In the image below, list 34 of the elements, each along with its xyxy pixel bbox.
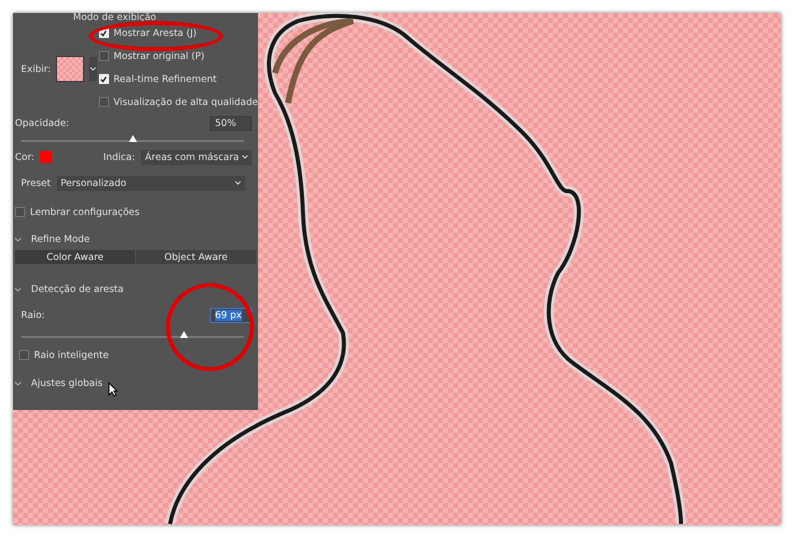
caret-icon[interactable] — [242, 155, 248, 159]
preset-label: Preset — [21, 178, 51, 188]
indicates-dropdown[interactable]: Áreas com máscara — [141, 150, 252, 164]
tab[interactable]: Object Aware — [136, 250, 256, 264]
checkbox[interactable]: Raio inteligente — [19, 348, 109, 362]
checkbox[interactable]: Visualização de alta qualidade — [98, 95, 258, 109]
radius-field[interactable]: 69 px — [210, 308, 252, 322]
slider-thumb[interactable] — [128, 135, 136, 142]
color-swatch[interactable] — [40, 151, 52, 163]
caret-icon[interactable] — [234, 181, 241, 185]
color-label: Cor: — [15, 152, 34, 162]
checkbox[interactable]: Mostrar original (P) — [98, 49, 205, 63]
radius-label: Raio: — [21, 310, 45, 320]
preview-swatch[interactable] — [56, 56, 84, 82]
indicates-label: Indica: — [103, 152, 136, 162]
section-title: Ajustes globais — [31, 378, 103, 388]
caret-icon[interactable] — [90, 67, 96, 71]
display-label: Exibir: — [21, 64, 51, 74]
checkbox[interactable]: Mostrar Aresta (J) — [98, 26, 197, 40]
checkbox[interactable]: Lembrar configurações — [15, 205, 140, 219]
chevron-icon[interactable] — [15, 286, 21, 292]
cursor-icon — [108, 382, 118, 397]
checkbox[interactable]: Real-time Refinement — [98, 72, 217, 86]
tab[interactable]: Color Aware — [15, 250, 135, 264]
slider-thumb[interactable] — [180, 331, 188, 338]
chevron-icon[interactable] — [15, 380, 21, 386]
preset-dropdown[interactable]: Personalizado — [56, 176, 245, 190]
section-title: Refine Mode — [31, 234, 90, 244]
check-icon — [100, 76, 107, 82]
opacity-field[interactable]: 50% — [210, 116, 252, 130]
opacity-label: Opacidade: — [15, 118, 70, 128]
section-title: Detecção de aresta — [31, 284, 124, 294]
chevron-icon[interactable] — [15, 236, 21, 242]
check-icon — [100, 30, 107, 36]
